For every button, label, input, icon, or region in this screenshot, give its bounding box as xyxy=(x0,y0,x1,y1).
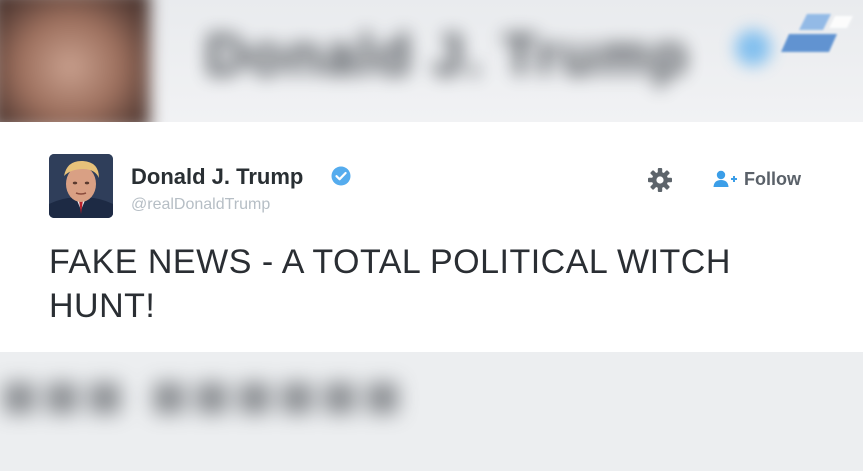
display-name[interactable]: Donald J. Trump xyxy=(131,164,303,190)
avatar[interactable] xyxy=(49,154,113,218)
add-user-icon xyxy=(713,170,737,187)
blurred-background-footer: ■■■ ■■■■■■ xyxy=(0,352,863,471)
channel-logo-icon xyxy=(781,14,853,52)
blurred-display-name: Donald J. Trump xyxy=(205,23,690,88)
blurred-background-header: Donald J. Trump xyxy=(0,0,863,122)
gear-icon[interactable] xyxy=(646,166,674,194)
profile-photo-icon xyxy=(49,154,113,218)
blurred-avatar xyxy=(0,0,150,122)
blurred-verified-icon xyxy=(735,30,771,66)
verified-badge-icon xyxy=(331,166,351,186)
user-handle[interactable]: @realDonaldTrump xyxy=(131,196,270,214)
follow-button[interactable]: Follow xyxy=(706,164,807,194)
tweet-text: FAKE NEWS - A TOTAL POLITICAL WITCH HUNT… xyxy=(49,243,731,325)
video-frame: Donald J. Trump Donald J. Trump @realDon… xyxy=(0,0,863,471)
blurred-text: ■■■ ■■■■■■ xyxy=(0,359,406,431)
follow-button-label: Follow xyxy=(744,168,801,189)
